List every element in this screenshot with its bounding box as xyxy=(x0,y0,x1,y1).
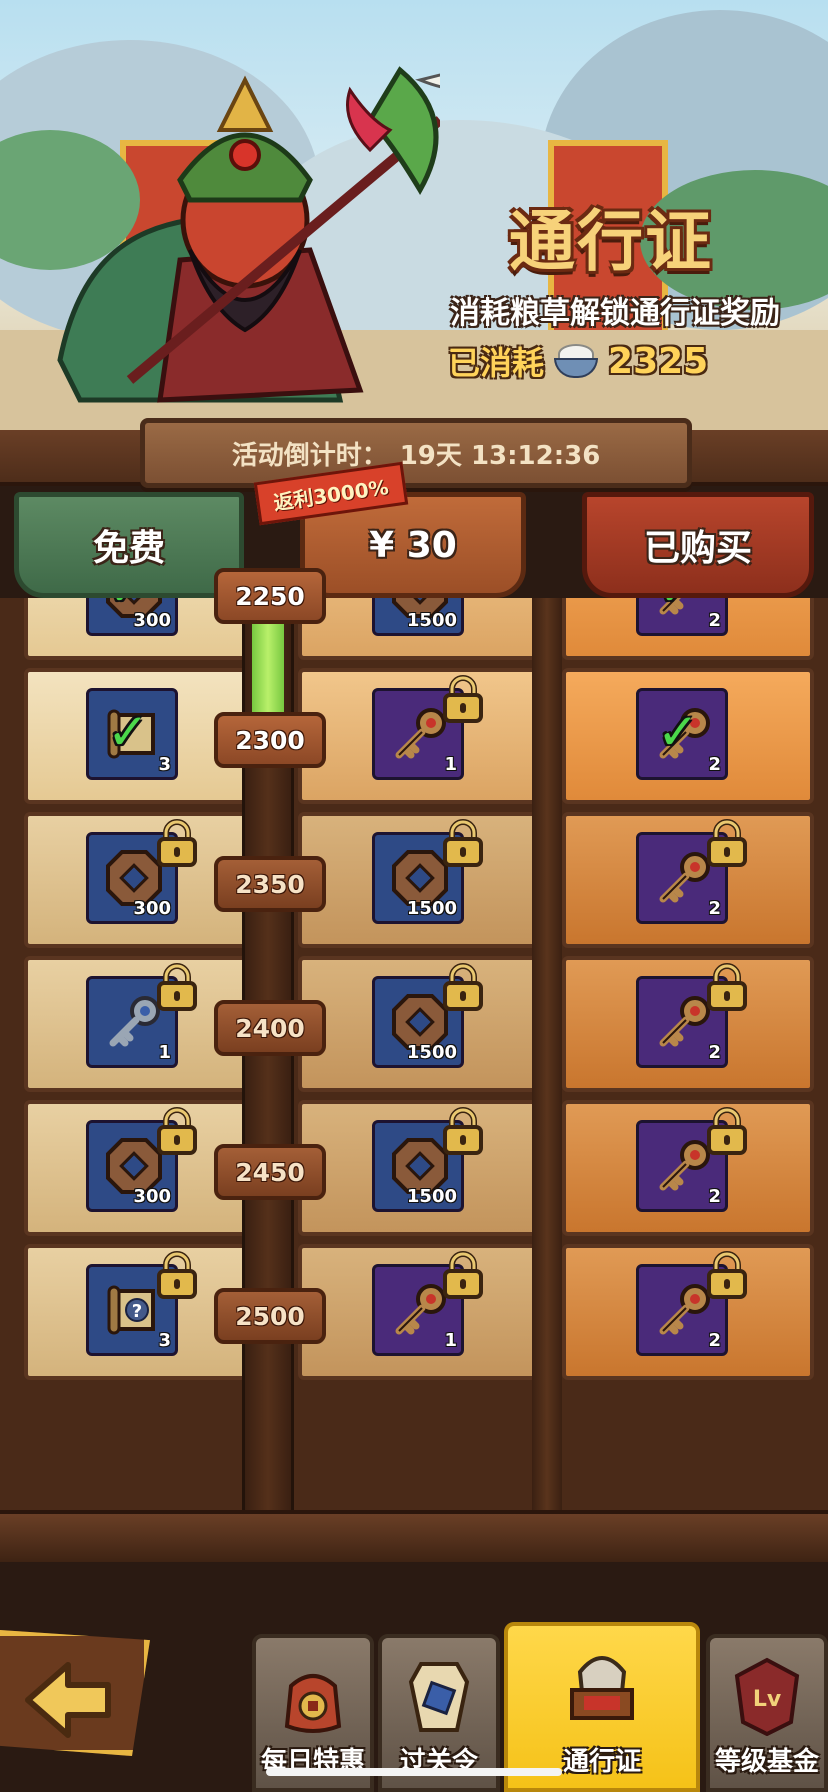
level-milestone-tag: 2450 xyxy=(214,1144,326,1200)
column-divider xyxy=(532,598,562,1520)
free-column-header: 免费 xyxy=(14,492,244,598)
lock-icon xyxy=(155,1107,199,1155)
level-milestone-tag: 2400 xyxy=(214,1000,326,1056)
countdown-value: 19天 13:12:36 xyxy=(399,440,601,471)
tab-supply-chest[interactable]: 通行证 xyxy=(504,1622,700,1792)
reward-item-bought[interactable]: ✓2 xyxy=(636,598,728,636)
lock-icon xyxy=(705,819,749,867)
pass-title: 通行证 xyxy=(509,203,713,280)
general-hero-illustration xyxy=(57,66,440,403)
claimed-check-icon: ✓ xyxy=(657,703,699,761)
lock-icon xyxy=(705,963,749,1011)
reward-quantity: 3 xyxy=(158,754,171,775)
lock-icon xyxy=(155,819,199,867)
event-banner: 通行证 消耗粮草解锁通行证奖励 已消耗 2325 xyxy=(0,0,828,432)
reward-item-bought[interactable]: 2 xyxy=(636,963,747,1068)
reward-item-free[interactable]: 300 xyxy=(86,1107,197,1212)
reward-quantity: 2 xyxy=(708,898,721,919)
lock-icon xyxy=(441,963,485,1011)
reward-item-free[interactable]: 300 xyxy=(86,819,197,924)
reward-quantity: 1 xyxy=(444,1330,457,1351)
reward-quantity: 300 xyxy=(133,898,171,919)
reward-quantity: 3 xyxy=(158,1330,171,1351)
reward-item-paid[interactable]: 1 xyxy=(372,675,483,780)
reward-row: 300 1500 2 xyxy=(12,1092,816,1242)
reward-quantity: 2 xyxy=(708,610,721,631)
lock-icon xyxy=(441,1107,485,1155)
purchased-column-header: 已购买 xyxy=(582,492,814,598)
reward-item-paid[interactable]: 1 xyxy=(372,1251,483,1356)
lock-icon xyxy=(441,675,485,723)
reward-item-free[interactable]: ? 3 xyxy=(86,1251,197,1356)
reward-item-free[interactable]: ✓300 xyxy=(86,598,178,636)
reward-item-free[interactable]: 1 xyxy=(86,963,197,1068)
countdown-label: 活动倒计时： xyxy=(231,440,388,471)
reward-row: 300 1500 2 xyxy=(12,804,816,954)
reward-quantity: 2 xyxy=(708,1186,721,1207)
lock-icon xyxy=(705,1107,749,1155)
tab-label: 等级基金 xyxy=(714,1747,819,1777)
pass-token-icon xyxy=(403,1656,475,1736)
reward-item-paid[interactable]: 1500 xyxy=(372,1107,483,1212)
reward-item-paid[interactable]: 1500 xyxy=(372,819,483,924)
back-arrow-icon[interactable] xyxy=(18,1650,118,1740)
consumed-value: 2325 xyxy=(608,340,709,382)
pass-subtitle: 消耗粮草解锁通行证奖励 xyxy=(450,296,780,331)
lock-icon xyxy=(441,1251,485,1299)
reward-quantity: 300 xyxy=(133,610,171,631)
reward-quantity: 2 xyxy=(708,754,721,775)
reward-row: ? 3 1 2 xyxy=(12,1236,816,1386)
reward-item-bought[interactable]: 2 xyxy=(636,1107,747,1212)
shelf-bottom xyxy=(0,1510,828,1562)
reward-item-free[interactable]: ✓ 3 xyxy=(86,688,178,780)
home-indicator xyxy=(266,1768,562,1776)
consumed-counter: 已消耗 2325 xyxy=(448,338,708,384)
reward-item-paid[interactable]: 1500 xyxy=(372,598,464,636)
svg-text:?: ? xyxy=(132,1301,142,1322)
reward-quantity: 300 xyxy=(133,1186,171,1207)
reward-quantity: 2 xyxy=(708,1042,721,1063)
reward-quantity: 1500 xyxy=(406,610,457,631)
reward-item-bought[interactable]: ✓2 xyxy=(636,688,728,780)
svg-text:Lv: Lv xyxy=(753,1687,782,1712)
reward-quantity: 1500 xyxy=(406,1042,457,1063)
reward-quantity: 1 xyxy=(444,754,457,775)
lock-icon xyxy=(441,819,485,867)
level-milestone-tag: 2500 xyxy=(214,1288,326,1344)
level-milestone-tag: 2250 xyxy=(214,568,326,624)
lock-icon xyxy=(155,1251,199,1299)
lock-icon xyxy=(705,1251,749,1299)
consumed-label: 已消耗 xyxy=(448,344,545,382)
reward-grid[interactable]: ✓3001500✓2✓31✓23001500211500230015002?31… xyxy=(0,598,828,1520)
event-countdown: 活动倒计时： 19天 13:12:36 xyxy=(140,418,692,488)
reward-item-bought[interactable]: 2 xyxy=(636,1251,747,1356)
reward-item-paid[interactable]: 1500 xyxy=(372,963,483,1068)
claimed-check-icon: ✓ xyxy=(657,598,699,613)
reward-row: ✓ 3 1 ✓ 2 xyxy=(12,660,816,810)
reward-item-bought[interactable]: 2 xyxy=(636,819,747,924)
reward-quantity: 1500 xyxy=(406,1186,457,1207)
claimed-check-icon: ✓ xyxy=(107,703,149,761)
rice-bowl-icon-bowl xyxy=(554,358,599,378)
level-milestone-tag: 2300 xyxy=(214,712,326,768)
reward-quantity: 1500 xyxy=(406,898,457,919)
level-milestone-tag: 2350 xyxy=(214,856,326,912)
level-fund-icon: Lv xyxy=(731,1656,803,1737)
lock-icon xyxy=(155,963,199,1011)
reward-row: 1 1500 2 xyxy=(12,948,816,1098)
tab-level-fund[interactable]: Lv 等级基金 xyxy=(706,1634,828,1792)
gift-bag-icon xyxy=(277,1656,349,1736)
reward-quantity: 1 xyxy=(158,1042,171,1063)
supply-chest-icon xyxy=(566,1644,638,1724)
reward-quantity: 2 xyxy=(708,1330,721,1351)
reward-row: ✓3001500✓2 xyxy=(12,598,816,666)
rice-bowl-icon xyxy=(552,342,600,380)
